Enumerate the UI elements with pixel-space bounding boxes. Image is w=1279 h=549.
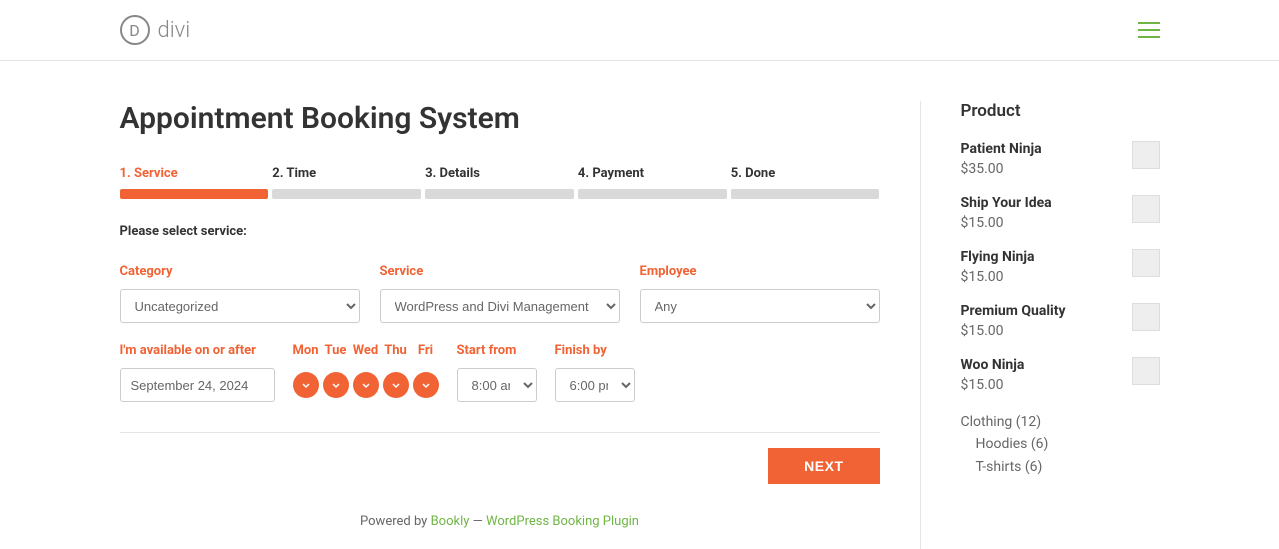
- step-time: 2. Time: [272, 166, 421, 199]
- product-item[interactable]: Flying Ninja $15.00: [961, 249, 1160, 285]
- logo-text: divi: [158, 18, 191, 43]
- product-price: $15.00: [961, 215, 1052, 231]
- menu-icon[interactable]: [1138, 22, 1160, 38]
- site-logo[interactable]: D divi: [120, 15, 191, 45]
- step-payment: 4. Payment: [578, 166, 727, 199]
- product-thumb: [1132, 141, 1160, 169]
- available-date-input[interactable]: [120, 368, 275, 402]
- step-done: 5. Done: [731, 166, 880, 199]
- divider: [120, 432, 880, 433]
- product-price: $35.00: [961, 161, 1042, 177]
- day-toggle-tue[interactable]: [323, 372, 349, 398]
- logo-icon: D: [120, 15, 150, 45]
- sidebar-title: Product: [961, 101, 1160, 121]
- employee-select[interactable]: Any: [640, 289, 880, 323]
- form-prompt: Please select service:: [120, 224, 880, 239]
- product-name: Patient Ninja: [961, 141, 1042, 157]
- service-label: Service: [380, 264, 620, 279]
- start-time-select[interactable]: 8:00 am: [457, 368, 537, 402]
- product-item[interactable]: Patient Ninja $35.00: [961, 141, 1160, 177]
- main-content: Appointment Booking System 1. Service 2.…: [120, 101, 920, 549]
- next-button[interactable]: Next: [768, 448, 879, 484]
- product-price: $15.00: [961, 269, 1035, 285]
- product-name: Flying Ninja: [961, 249, 1035, 265]
- product-price: $15.00: [961, 323, 1066, 339]
- service-select[interactable]: WordPress and Divi Management: [380, 289, 620, 323]
- day-toggle-fri[interactable]: [413, 372, 439, 398]
- product-thumb: [1132, 357, 1160, 385]
- step-service: 1. Service: [120, 166, 269, 199]
- product-name: Premium Quality: [961, 303, 1066, 319]
- plugin-link[interactable]: WordPress Booking Plugin: [486, 514, 639, 529]
- day-toggle-wed[interactable]: [353, 372, 379, 398]
- step-details: 3. Details: [425, 166, 574, 199]
- product-item[interactable]: Ship Your Idea $15.00: [961, 195, 1160, 231]
- category-select[interactable]: Uncategorized: [120, 289, 360, 323]
- page-title: Appointment Booking System: [120, 101, 880, 136]
- day-label-wed: Wed: [353, 343, 379, 358]
- finish-label: Finish by: [555, 343, 635, 358]
- finish-time-select[interactable]: 6:00 pm: [555, 368, 635, 402]
- product-item[interactable]: Premium Quality $15.00: [961, 303, 1160, 339]
- start-label: Start from: [457, 343, 537, 358]
- day-label-tue: Tue: [323, 343, 349, 358]
- cat-hoodies[interactable]: Hoodies (6): [961, 433, 1160, 455]
- day-toggle-mon[interactable]: [293, 372, 319, 398]
- category-list: Clothing (12) Hoodies (6) T-shirts (6): [961, 411, 1160, 478]
- day-toggle-thu[interactable]: [383, 372, 409, 398]
- available-label: I'm available on or after: [120, 343, 275, 358]
- cat-clothing[interactable]: Clothing (12): [961, 411, 1160, 433]
- sidebar: Product Patient Ninja $35.00 Ship Your I…: [920, 101, 1160, 549]
- step-progress: 1. Service 2. Time 3. Details 4. Payment…: [120, 166, 880, 199]
- product-thumb: [1132, 303, 1160, 331]
- cat-tshirts[interactable]: T-shirts (6): [961, 456, 1160, 478]
- product-name: Woo Ninja: [961, 357, 1025, 373]
- day-label-mon: Mon: [293, 343, 319, 358]
- bookly-link[interactable]: Bookly: [431, 514, 470, 529]
- product-item[interactable]: Woo Ninja $15.00: [961, 357, 1160, 393]
- day-label-thu: Thu: [383, 343, 409, 358]
- product-thumb: [1132, 195, 1160, 223]
- product-thumb: [1132, 249, 1160, 277]
- product-name: Ship Your Idea: [961, 195, 1052, 211]
- employee-label: Employee: [640, 264, 880, 279]
- day-label-fri: Fri: [413, 343, 439, 358]
- powered-by: Powered by Bookly — WordPress Booking Pl…: [120, 514, 880, 549]
- category-label: Category: [120, 264, 360, 279]
- site-header: D divi: [0, 0, 1279, 61]
- product-price: $15.00: [961, 377, 1025, 393]
